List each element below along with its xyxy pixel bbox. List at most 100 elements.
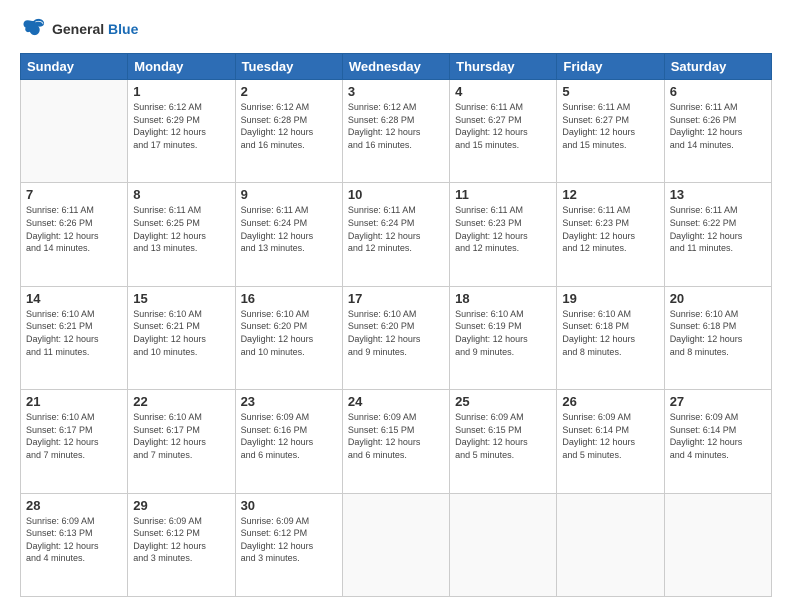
day-number: 20 — [670, 291, 766, 306]
table-cell: 24 Sunrise: 6:09 AM Sunset: 6:15 PM Dayli… — [342, 390, 449, 493]
day-info: Sunrise: 6:10 AM Sunset: 6:19 PM Dayligh… — [455, 308, 551, 358]
table-cell — [450, 493, 557, 596]
day-info: Sunrise: 6:11 AM Sunset: 6:26 PM Dayligh… — [670, 101, 766, 151]
table-cell: 26 Sunrise: 6:09 AM Sunset: 6:14 PM Dayli… — [557, 390, 664, 493]
table-cell: 7 Sunrise: 6:11 AM Sunset: 6:26 PM Daylig… — [21, 183, 128, 286]
day-number: 11 — [455, 187, 551, 202]
day-info: Sunrise: 6:11 AM Sunset: 6:24 PM Dayligh… — [348, 204, 444, 254]
table-cell — [664, 493, 771, 596]
calendar-week-row: 1 Sunrise: 6:12 AM Sunset: 6:29 PM Daylig… — [21, 80, 772, 183]
day-number: 26 — [562, 394, 658, 409]
day-number: 29 — [133, 498, 229, 513]
day-number: 14 — [26, 291, 122, 306]
col-saturday: Saturday — [664, 54, 771, 80]
table-cell: 5 Sunrise: 6:11 AM Sunset: 6:27 PM Daylig… — [557, 80, 664, 183]
table-cell: 3Sunrise: 6:12 AM Sunset: 6:28 PM Daylig… — [342, 80, 449, 183]
table-cell: 2 Sunrise: 6:12 AM Sunset: 6:28 PM Daylig… — [235, 80, 342, 183]
col-monday: Monday — [128, 54, 235, 80]
table-cell: 13 Sunrise: 6:11 AM Sunset: 6:22 PM Dayli… — [664, 183, 771, 286]
table-cell: 4 Sunrise: 6:11 AM Sunset: 6:27 PM Daylig… — [450, 80, 557, 183]
day-number: 1 — [133, 84, 229, 99]
table-cell: 17Sunrise: 6:10 AM Sunset: 6:20 PM Dayli… — [342, 286, 449, 389]
day-info: Sunrise: 6:09 AM Sunset: 6:14 PM Dayligh… — [670, 411, 766, 461]
calendar-table: Sunday Monday Tuesday Wednesday Thursday… — [20, 53, 772, 597]
header: General Blue — [20, 15, 772, 43]
day-number: 6 — [670, 84, 766, 99]
table-cell: 8 Sunrise: 6:11 AM Sunset: 6:25 PM Daylig… — [128, 183, 235, 286]
col-tuesday: Tuesday — [235, 54, 342, 80]
table-cell: 16 Sunrise: 6:10 AM Sunset: 6:20 PM Dayli… — [235, 286, 342, 389]
day-number: 18 — [455, 291, 551, 306]
day-number: 30 — [241, 498, 337, 513]
col-sunday: Sunday — [21, 54, 128, 80]
day-info: Sunrise: 6:12 AM Sunset: 6:28 PM Dayligh… — [348, 101, 444, 151]
day-info: Sunrise: 6:10 AM Sunset: 6:18 PM Dayligh… — [562, 308, 658, 358]
table-cell: 28Sunrise: 6:09 AM Sunset: 6:13 PM Dayli… — [21, 493, 128, 596]
table-cell: 14 Sunrise: 6:10 AM Sunset: 6:21 PM Dayli… — [21, 286, 128, 389]
day-number: 4 — [455, 84, 551, 99]
table-cell: 18 Sunrise: 6:10 AM Sunset: 6:19 PM Dayli… — [450, 286, 557, 389]
day-info: Sunrise: 6:11 AM Sunset: 6:25 PM Dayligh… — [133, 204, 229, 254]
table-cell: 11 Sunrise: 6:11 AM Sunset: 6:23 PM Dayli… — [450, 183, 557, 286]
table-cell: 22 Sunrise: 6:10 AM Sunset: 6:17 PM Dayli… — [128, 390, 235, 493]
day-info: Sunrise: 6:11 AM Sunset: 6:27 PM Dayligh… — [455, 101, 551, 151]
day-info: Sunrise: 6:09 AM Sunset: 6:16 PM Dayligh… — [241, 411, 337, 461]
table-cell — [557, 493, 664, 596]
calendar-week-row: 21 Sunrise: 6:10 AM Sunset: 6:17 PM Dayli… — [21, 390, 772, 493]
day-info: Sunrise: 6:11 AM Sunset: 6:26 PM Dayligh… — [26, 204, 122, 254]
day-info: Sunrise: 6:12 AM Sunset: 6:29 PM Dayligh… — [133, 101, 229, 151]
table-cell — [21, 80, 128, 183]
table-cell: 27 Sunrise: 6:09 AM Sunset: 6:14 PM Dayli… — [664, 390, 771, 493]
logo-icon — [20, 15, 48, 43]
day-number: 13 — [670, 187, 766, 202]
day-info: Sunrise: 6:09 AM Sunset: 6:12 PM Dayligh… — [133, 515, 229, 565]
day-info: Sunrise: 6:10 AM Sunset: 6:17 PM Dayligh… — [26, 411, 122, 461]
day-info: Sunrise: 6:10 AM Sunset: 6:18 PM Dayligh… — [670, 308, 766, 358]
day-info: Sunrise: 6:10 AM Sunset: 6:17 PM Dayligh… — [133, 411, 229, 461]
day-info: Sunrise: 6:11 AM Sunset: 6:23 PM Dayligh… — [562, 204, 658, 254]
table-cell: 20 Sunrise: 6:10 AM Sunset: 6:18 PM Dayli… — [664, 286, 771, 389]
day-info: Sunrise: 6:09 AM Sunset: 6:14 PM Dayligh… — [562, 411, 658, 461]
table-cell: 12 Sunrise: 6:11 AM Sunset: 6:23 PM Dayli… — [557, 183, 664, 286]
day-info: Sunrise: 6:10 AM Sunset: 6:21 PM Dayligh… — [133, 308, 229, 358]
day-number: 16 — [241, 291, 337, 306]
day-number: 27 — [670, 394, 766, 409]
day-info: Sunrise: 6:09 AM Sunset: 6:12 PM Dayligh… — [241, 515, 337, 565]
table-cell: 23 Sunrise: 6:09 AM Sunset: 6:16 PM Dayli… — [235, 390, 342, 493]
day-number: 12 — [562, 187, 658, 202]
day-number: 22 — [133, 394, 229, 409]
day-info: Sunrise: 6:09 AM Sunset: 6:13 PM Dayligh… — [26, 515, 122, 565]
table-cell: 15 Sunrise: 6:10 AM Sunset: 6:21 PM Dayli… — [128, 286, 235, 389]
day-info: Sunrise: 6:09 AM Sunset: 6:15 PM Dayligh… — [348, 411, 444, 461]
day-info: Sunrise: 6:11 AM Sunset: 6:23 PM Dayligh… — [455, 204, 551, 254]
day-info: Sunrise: 6:11 AM Sunset: 6:22 PM Dayligh… — [670, 204, 766, 254]
day-number: 5 — [562, 84, 658, 99]
day-number: 23 — [241, 394, 337, 409]
col-friday: Friday — [557, 54, 664, 80]
day-info: Sunrise: 6:12 AM Sunset: 6:28 PM Dayligh… — [241, 101, 337, 151]
logo: General Blue — [20, 15, 138, 43]
table-cell: 10Sunrise: 6:11 AM Sunset: 6:24 PM Dayli… — [342, 183, 449, 286]
calendar-week-row: 28Sunrise: 6:09 AM Sunset: 6:13 PM Dayli… — [21, 493, 772, 596]
day-number: 9 — [241, 187, 337, 202]
col-wednesday: Wednesday — [342, 54, 449, 80]
day-number: 24 — [348, 394, 444, 409]
day-info: Sunrise: 6:11 AM Sunset: 6:24 PM Dayligh… — [241, 204, 337, 254]
day-number: 7 — [26, 187, 122, 202]
day-info: Sunrise: 6:10 AM Sunset: 6:21 PM Dayligh… — [26, 308, 122, 358]
table-cell: 29 Sunrise: 6:09 AM Sunset: 6:12 PM Dayli… — [128, 493, 235, 596]
table-cell: 25Sunrise: 6:09 AM Sunset: 6:15 PM Dayli… — [450, 390, 557, 493]
table-cell: 9 Sunrise: 6:11 AM Sunset: 6:24 PM Daylig… — [235, 183, 342, 286]
day-number: 8 — [133, 187, 229, 202]
logo-text: General Blue — [52, 21, 138, 37]
day-number: 15 — [133, 291, 229, 306]
day-number: 2 — [241, 84, 337, 99]
day-number: 17 — [348, 291, 444, 306]
day-info: Sunrise: 6:10 AM Sunset: 6:20 PM Dayligh… — [241, 308, 337, 358]
col-thursday: Thursday — [450, 54, 557, 80]
table-cell: 1 Sunrise: 6:12 AM Sunset: 6:29 PM Daylig… — [128, 80, 235, 183]
day-number: 21 — [26, 394, 122, 409]
page: General Blue Sunday Monday Tuesday Wedne… — [0, 0, 792, 612]
day-info: Sunrise: 6:11 AM Sunset: 6:27 PM Dayligh… — [562, 101, 658, 151]
calendar-week-row: 7 Sunrise: 6:11 AM Sunset: 6:26 PM Daylig… — [21, 183, 772, 286]
